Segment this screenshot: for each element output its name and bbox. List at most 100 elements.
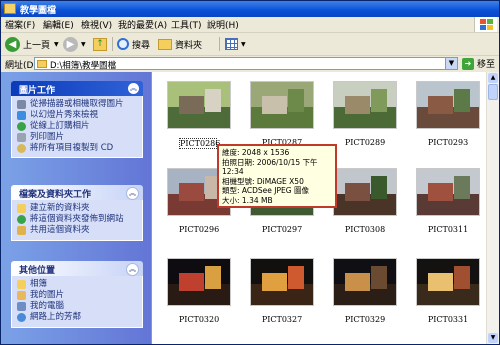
- panel-title: 檔案及資料夾工作: [19, 190, 92, 200]
- menu-favorites[interactable]: 我的最愛(A): [118, 18, 167, 31]
- thumbnail-label: PICT0289: [344, 138, 386, 147]
- task-order-prints[interactable]: 從線上訂購相片: [12, 121, 142, 132]
- pictures-folder-icon: [17, 291, 26, 300]
- task-share-folder[interactable]: 共用這個資料夾: [12, 225, 142, 236]
- menu-view[interactable]: 檢視(V): [81, 18, 112, 31]
- thumbnail-label: PICT0331: [427, 315, 469, 324]
- thumbnail-item[interactable]: PICT0308: [329, 168, 401, 234]
- task-label: 建立新的資料夾: [30, 203, 90, 213]
- up-folder-button[interactable]: ↑: [93, 36, 107, 52]
- place-label: 我的電腦: [30, 301, 65, 311]
- chevron-down-icon: ▼: [54, 40, 59, 48]
- thumbnail-label: PICT0286: [179, 138, 221, 149]
- thumbnail-item[interactable]: PICT0327: [246, 258, 318, 324]
- thumbnail-label: PICT0293: [427, 138, 469, 147]
- thumbnail-item[interactable]: PICT0286: [163, 81, 235, 149]
- collapse-icon[interactable]: ︽: [128, 83, 139, 94]
- folders-label: 資料夾: [175, 40, 203, 51]
- scroll-down-icon[interactable]: ▼: [488, 333, 498, 343]
- thumbnail-item[interactable]: PICT0320: [163, 258, 235, 324]
- menu-edit[interactable]: 編輯(E): [43, 18, 74, 31]
- go-button[interactable]: ➜ 移至: [462, 57, 495, 70]
- title-bar[interactable]: 教學圖檔: [1, 1, 499, 17]
- back-button[interactable]: ◀ 上一頁 ▼: [5, 36, 59, 52]
- task-publish-web[interactable]: 將這個資料夾發佈到網站: [12, 214, 142, 225]
- place-network[interactable]: 網路上的芳鄰: [12, 312, 142, 323]
- scroll-up-icon[interactable]: ▲: [488, 73, 498, 83]
- folder-icon: [17, 280, 26, 289]
- address-input[interactable]: D:\相簿\教學圖檔 ▼: [34, 57, 458, 71]
- thumbnail-image: [250, 258, 314, 306]
- place-my-computer[interactable]: 我的電腦: [12, 301, 142, 312]
- address-bar: 網址(D) D:\相簿\教學圖檔 ▼ ➜ 移至: [1, 56, 499, 71]
- vertical-scrollbar[interactable]: ▲ ▼: [486, 72, 499, 344]
- up-folder-icon: ↑: [93, 37, 107, 51]
- thumbnail-image: [333, 168, 397, 216]
- file-tasks-header[interactable]: 檔案及資料夾工作 ︽: [11, 185, 143, 200]
- folder-icon: [4, 3, 16, 14]
- panel-title: 其他位置: [19, 266, 56, 276]
- task-print[interactable]: 列印圖片: [12, 132, 142, 143]
- thumbnail-image: [250, 81, 314, 129]
- task-new-folder[interactable]: 建立新的資料夾: [12, 203, 142, 214]
- folders-icon: [158, 38, 172, 50]
- chevron-down-icon: ▼: [241, 40, 246, 48]
- tooltip-camera-model: 相機型號: DiMAGE X50: [222, 176, 304, 186]
- scrollbar-thumb[interactable]: [488, 84, 498, 100]
- task-copy-to-cd[interactable]: 將所有項目複製到 CD: [12, 143, 142, 154]
- thumbnail-item[interactable]: PICT0287: [246, 81, 318, 147]
- place-album[interactable]: 相簿: [12, 279, 142, 290]
- collapse-icon[interactable]: ︽: [126, 263, 139, 276]
- go-label: 移至: [477, 60, 496, 70]
- thumbnail-image: [416, 258, 480, 306]
- menu-help[interactable]: 說明(H): [207, 18, 239, 31]
- search-icon: [117, 38, 129, 50]
- picture-tasks-header[interactable]: 圖片工作 ︽: [11, 81, 143, 96]
- share-folder-icon: [17, 226, 26, 235]
- thumbnail-item[interactable]: PICT0311: [412, 168, 484, 234]
- task-label: 從線上訂購相片: [30, 121, 90, 131]
- menu-file[interactable]: 檔案(F): [5, 18, 35, 31]
- other-places-header[interactable]: 其他位置 ︽: [11, 261, 143, 276]
- views-button[interactable]: ▼: [225, 36, 246, 52]
- task-label: 共用這個資料夾: [30, 225, 90, 235]
- picture-tasks-list: 從掃描器或相機取得圖片 以幻燈片秀來檢視 從線上訂購相片 列印圖片 將所有項目複…: [11, 96, 143, 158]
- thumbnail-image: [416, 81, 480, 129]
- tooltip-dimensions: 維度: 2048 x 1536: [222, 148, 290, 157]
- file-tasks-list: 建立新的資料夾 將這個資料夾發佈到網站 共用這個資料夾: [11, 200, 143, 241]
- thumbnail-label: PICT0297: [261, 225, 303, 234]
- thumbnail-item[interactable]: PICT0329: [329, 258, 401, 324]
- place-my-pictures[interactable]: 我的圖片: [12, 290, 142, 301]
- folders-button[interactable]: 資料夾: [158, 36, 202, 52]
- thumbnail-image: [167, 81, 231, 129]
- collapse-icon[interactable]: ︽: [126, 187, 139, 200]
- thumbnail-label: PICT0320: [178, 315, 220, 324]
- chevron-down-icon: ▼: [81, 40, 86, 48]
- task-slideshow[interactable]: 以幻燈片秀來檢視: [12, 110, 142, 121]
- thumbnail-image: [333, 258, 397, 306]
- place-label: 我的圖片: [30, 290, 65, 300]
- globe-icon: [17, 215, 26, 224]
- thumbnail-item[interactable]: PICT0289: [329, 81, 401, 147]
- task-label: 將這個資料夾發佈到網站: [30, 214, 124, 224]
- thumbnail-view: PICT0286 PICT0287 PICT0289 PICT0293 PICT…: [151, 72, 499, 344]
- chevron-down-icon[interactable]: ▼: [445, 58, 457, 69]
- task-label: 從掃描器或相機取得圖片: [30, 99, 124, 109]
- thumbnail-image: [333, 81, 397, 129]
- panel-title: 圖片工作: [19, 86, 56, 96]
- search-label: 搜尋: [132, 40, 151, 51]
- thumbnail-label: PICT0327: [261, 315, 303, 324]
- thumbnail-label: PICT0296: [178, 225, 220, 234]
- window-title: 教學圖檔: [20, 6, 57, 16]
- task-label: 將所有項目複製到 CD: [30, 143, 114, 153]
- thumbnail-image: [416, 168, 480, 216]
- forward-button[interactable]: ▶ ▼: [63, 36, 86, 52]
- search-button[interactable]: 搜尋: [117, 36, 150, 52]
- thumbnail-item[interactable]: PICT0331: [412, 258, 484, 324]
- menu-tools[interactable]: 工具(T): [171, 18, 202, 31]
- file-info-tooltip: 維度: 2048 x 1536 拍照日期: 2006/10/15 下午 12:3…: [217, 144, 337, 208]
- thumbnail-label: PICT0311: [427, 225, 469, 234]
- thumbnail-item[interactable]: PICT0293: [412, 81, 484, 147]
- tooltip-size: 大小: 1.34 MB: [222, 195, 273, 205]
- task-get-from-scanner[interactable]: 從掃描器或相機取得圖片: [12, 99, 142, 110]
